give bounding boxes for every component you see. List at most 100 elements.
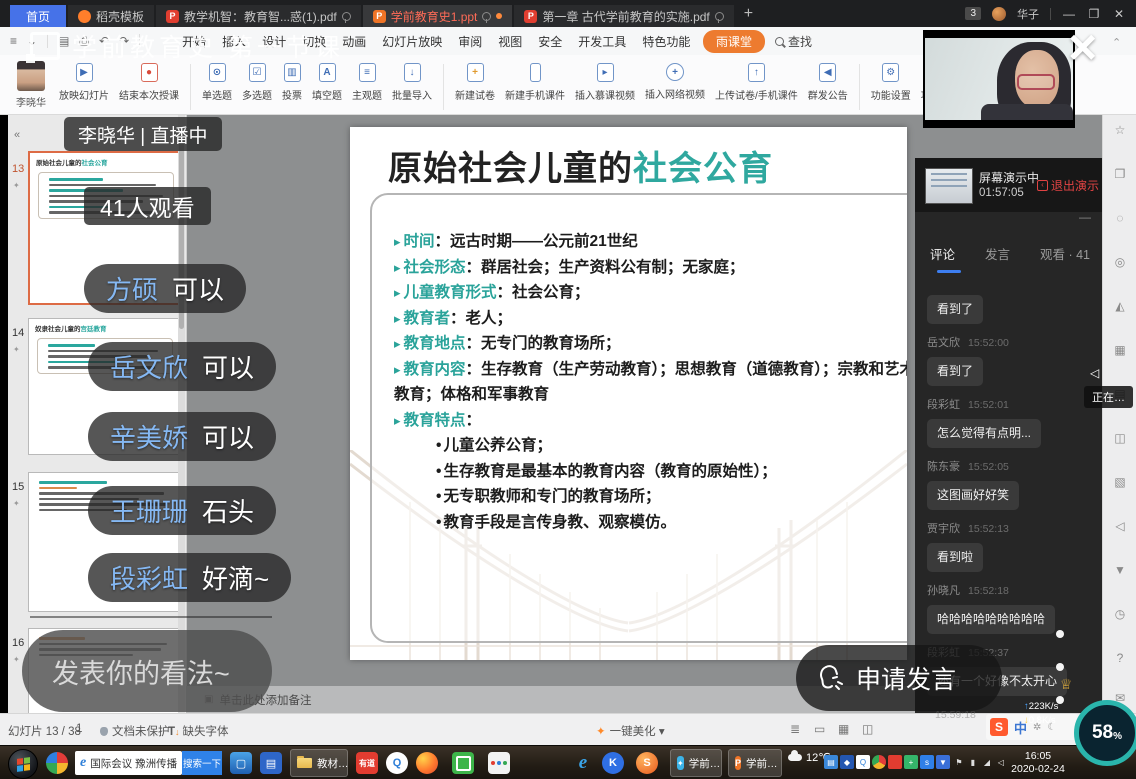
tray-app-icon[interactable]: ◆: [840, 755, 854, 769]
sidebar-image-icon[interactable]: ▧: [1103, 475, 1136, 489]
user-name[interactable]: 华子: [1017, 6, 1039, 22]
menu-devtools[interactable]: 开发工具: [570, 33, 634, 50]
hamburger-icon[interactable]: ≡: [10, 34, 17, 48]
ribbon-play-slideshow[interactable]: ▶放映幻灯片: [54, 61, 114, 104]
pin-icon[interactable]: [342, 12, 351, 21]
sidebar-pyramid-icon[interactable]: ◭: [1103, 299, 1136, 313]
menu-features[interactable]: 特色功能: [634, 33, 698, 50]
tray-chrome-icon[interactable]: [872, 755, 886, 769]
sidebar-medal-icon[interactable]: ◎: [1103, 255, 1136, 269]
sidebar-volume-icon[interactable]: ◁: [1103, 519, 1136, 533]
user-avatar[interactable]: [992, 7, 1006, 21]
sidebar-table-icon[interactable]: ▦: [1103, 343, 1136, 357]
tray-grid-icon[interactable]: ▤: [824, 755, 838, 769]
taskbar-green-app-icon[interactable]: [452, 752, 474, 774]
more-menu-dot[interactable]: [1056, 630, 1064, 638]
sidebar-chart-icon[interactable]: ◫: [1103, 431, 1136, 445]
close-button[interactable]: ✕: [1112, 7, 1126, 21]
pin-icon[interactable]: [482, 12, 491, 21]
taskbar-firefox-icon[interactable]: [416, 752, 438, 774]
search-go-button[interactable]: 搜索一下: [182, 751, 222, 775]
tray-youdao-icon[interactable]: [888, 755, 902, 769]
tab-comments[interactable]: 评论: [930, 244, 955, 263]
taskbar-k-app-icon[interactable]: K: [602, 752, 624, 774]
ribbon-single-choice[interactable]: ⊙单选题: [197, 61, 237, 104]
taskbar-ie-icon[interactable]: e: [572, 752, 594, 774]
taskbar-search-box[interactable]: e 国际会议 豫洲传播: [75, 751, 182, 775]
taskbar-panels-app-icon[interactable]: ▤: [260, 752, 282, 774]
message-count-badge[interactable]: 3: [965, 7, 981, 20]
taskbar-pinwheel-app-icon[interactable]: [46, 752, 68, 774]
taskbar-sogou-icon[interactable]: S: [636, 752, 658, 774]
menu-slideshow[interactable]: 幻灯片放映: [374, 33, 450, 50]
ribbon-subjective[interactable]: ≡主观题: [347, 61, 387, 104]
ribbon-insert-web-video[interactable]: +插入网络视频: [640, 61, 710, 103]
sidebar-history-icon[interactable]: ◷: [1103, 607, 1136, 621]
ribbon-vote[interactable]: ▥投票: [277, 61, 307, 104]
taskbar-colored-app-icon[interactable]: [488, 752, 510, 774]
beautify-button[interactable]: ✦一键美化 ▾: [596, 723, 665, 739]
collapse-panel-icon[interactable]: «: [14, 129, 20, 141]
protection-status[interactable]: 文档未保护: [100, 723, 170, 739]
sidebar-download-icon[interactable]: ▼: [1103, 563, 1136, 577]
overlay-close-icon[interactable]: ×: [1068, 22, 1097, 72]
taskbar-qq-chat-window[interactable]: ✦ 学前…: [670, 749, 722, 777]
tab-pdf-2[interactable]: P 第一章 古代学前教育的实施.pdf: [514, 5, 733, 27]
tab-docer[interactable]: 稻壳模板: [68, 5, 154, 27]
tray-qq-icon[interactable]: Q: [856, 755, 870, 769]
find-button[interactable]: 查找: [775, 33, 812, 50]
collapse-ribbon-icon[interactable]: ⌃: [1112, 36, 1121, 49]
menu-review[interactable]: 审阅: [450, 33, 490, 50]
tab-viewers[interactable]: 观看 · 41: [1040, 244, 1090, 263]
taskbar-clock[interactable]: 16:05 2020-02-24: [1006, 750, 1070, 776]
taskbar-folder-window[interactable]: 教材…: [290, 749, 348, 777]
minimize-button[interactable]: —: [1062, 7, 1076, 21]
ribbon-upload[interactable]: ↑上传试卷/手机课件: [710, 61, 803, 104]
ribbon-announcement[interactable]: ◀群发公告: [803, 61, 853, 104]
menu-view[interactable]: 视图: [490, 33, 530, 50]
taskbar-youdao-icon[interactable]: 有道: [356, 752, 378, 774]
menu-security[interactable]: 安全: [530, 33, 570, 50]
normal-view-icon[interactable]: ▭: [814, 722, 825, 736]
ribbon-new-exam[interactable]: +新建试卷: [450, 61, 500, 104]
tray-shield-icon[interactable]: ▼: [936, 755, 950, 769]
collapse-chat-icon[interactable]: —: [1079, 210, 1091, 224]
ribbon-batch-import[interactable]: ↓批量导入: [387, 61, 437, 104]
taskbar-video-app-icon[interactable]: ▢: [230, 752, 252, 774]
exit-presentation-button[interactable]: ‹ 退出演示: [1037, 177, 1099, 194]
start-button[interactable]: [8, 749, 38, 779]
ribbon-multi-choice[interactable]: ☑多选题: [237, 61, 277, 104]
tray-power-icon[interactable]: ▮: [966, 755, 980, 769]
restore-button[interactable]: ❐: [1087, 7, 1101, 21]
sidebar-shapes-icon[interactable]: ◌: [1103, 211, 1136, 225]
tab-ppt-active[interactable]: P 学前教育史1.ppt: [363, 5, 513, 27]
slide-canvas[interactable]: 原始社会儿童的社会公育 ▸时间：远古时期——公元前21世纪 ▸社会形态：群居社会…: [350, 127, 907, 660]
pin-icon[interactable]: [715, 12, 724, 21]
request-to-speak-button[interactable]: 申请发言: [796, 645, 1002, 711]
taskbar-wps-window[interactable]: P 学前…: [728, 749, 782, 777]
ribbon-new-mobile-courseware[interactable]: 新建手机课件: [500, 61, 570, 104]
sidebar-copy-icon[interactable]: ❐: [1103, 167, 1136, 181]
tray-network-icon[interactable]: ◢: [980, 755, 994, 769]
tray-flag-icon[interactable]: ⚑: [952, 755, 966, 769]
rain-classroom-tab[interactable]: 雨课堂: [703, 30, 765, 53]
tray-plus-icon[interactable]: +: [904, 755, 918, 769]
ribbon-insert-mooc-video[interactable]: ▸插入慕课视频: [570, 61, 640, 104]
tab-speak[interactable]: 发言: [985, 244, 1010, 263]
comment-input-bubble[interactable]: 发表你的看法~: [22, 630, 272, 712]
reading-view-icon[interactable]: ◫: [862, 722, 873, 736]
teacher-profile[interactable]: 李晓华: [8, 61, 54, 109]
outline-view-icon[interactable]: ≣: [790, 722, 800, 736]
ribbon-fill-blank[interactable]: A填空题: [307, 61, 347, 104]
sogou-icon[interactable]: S: [990, 718, 1008, 736]
tab-home[interactable]: 首页: [10, 5, 66, 27]
teacher-webcam-video[interactable]: [923, 30, 1075, 128]
ribbon-end-class[interactable]: ●结束本次授课: [114, 61, 184, 104]
new-tab-button[interactable]: +: [744, 5, 753, 23]
sorter-view-icon[interactable]: ▦: [838, 722, 849, 736]
more-menu-dot[interactable]: [1056, 663, 1064, 671]
sidebar-star-icon[interactable]: ☆: [1103, 123, 1136, 137]
sidebar-help-icon[interactable]: ?: [1103, 651, 1136, 665]
tab-pdf-1[interactable]: P 教学机智：教育智...惑(1).pdf: [156, 5, 361, 27]
missing-font-status[interactable]: T↓缺失字体: [168, 723, 229, 739]
